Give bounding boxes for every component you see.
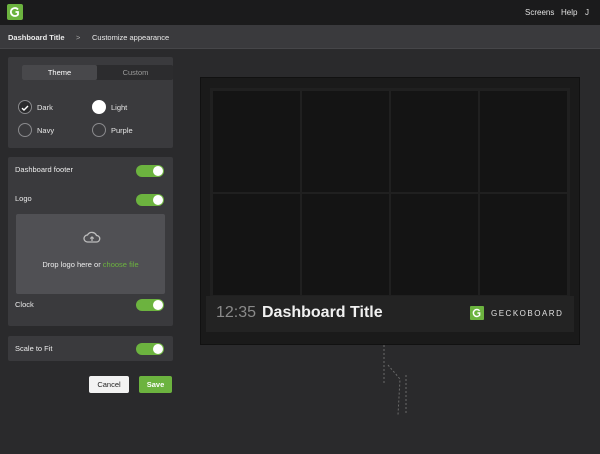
swatch-dark[interactable] [18,100,32,114]
options-panel: Dashboard footer Logo Drop logo here or … [8,157,173,326]
breadcrumb-current: Customize appearance [92,33,170,42]
choose-file-link[interactable]: choose file [103,260,139,269]
logo-dropzone[interactable]: Drop logo here or choose file [16,214,165,294]
preview-footer: 12:35 Dashboard Title GECKOBOARD [206,296,574,332]
widget-placeholder [302,91,389,192]
widget-placeholder [213,91,300,192]
dashboard-footer-toggle[interactable] [136,165,164,177]
widget-placeholder [480,194,567,295]
tv-stand-cable [383,345,407,415]
widget-placeholder [213,194,300,295]
dashboard-preview: 12:35 Dashboard Title GECKOBOARD [200,77,580,345]
toggle-knob [153,166,163,176]
user-menu[interactable]: J [585,8,589,17]
theme-custom-toggle: Theme Custom [22,65,173,80]
widget-placeholder [391,91,478,192]
scale-to-fit-toggle[interactable] [136,343,164,355]
geckoboard-logo-icon[interactable] [7,4,23,20]
save-button[interactable]: Save [139,376,172,393]
tab-custom[interactable]: Custom [98,65,173,80]
logo-label: Logo [15,194,32,203]
breadcrumb: Dashboard Title > Customize appearance [0,25,600,49]
top-bar: Screens Help J [0,0,600,25]
dashboard-footer-label: Dashboard footer [15,165,73,174]
scale-panel: Scale to Fit [8,336,173,361]
dropzone-prompt: Drop logo here or [42,260,103,269]
clock-label: Clock [15,300,34,309]
cloud-upload-icon [83,231,101,243]
check-icon [21,105,29,111]
cancel-button[interactable]: Cancel [89,376,129,393]
nav-help-link[interactable]: Help [561,8,577,17]
preview-screen [210,88,570,298]
theme-panel: Theme Custom Dark Light Navy Purple [8,57,173,148]
scale-to-fit-label: Scale to Fit [15,344,53,353]
nav-screens-link[interactable]: Screens [525,8,554,17]
toggle-knob [153,195,163,205]
swatch-label-light: Light [111,103,128,112]
geckoboard-logo-icon [470,306,484,320]
tab-theme[interactable]: Theme [22,65,97,80]
breadcrumb-dashboard-title[interactable]: Dashboard Title [8,33,65,42]
swatch-light[interactable] [92,100,106,114]
widget-placeholder [391,194,478,295]
swatch-purple[interactable] [92,123,106,137]
toggle-knob [153,344,163,354]
swatch-label-dark: Dark [37,103,53,112]
preview-dashboard-title: Dashboard Title [262,304,383,321]
widget-placeholder [302,194,389,295]
logo-toggle[interactable] [136,194,164,206]
breadcrumb-separator: > [76,33,81,42]
swatch-label-purple: Purple [111,126,133,135]
preview-clock: 12:35 [216,304,257,321]
clock-toggle[interactable] [136,299,164,311]
dropzone-text: Drop logo here or choose file [16,260,165,269]
swatch-label-navy: Navy [37,126,55,135]
geckoboard-wordmark: GECKOBOARD [491,309,564,318]
toggle-knob [153,300,163,310]
swatch-navy[interactable] [18,123,32,137]
widget-placeholder [480,91,567,192]
